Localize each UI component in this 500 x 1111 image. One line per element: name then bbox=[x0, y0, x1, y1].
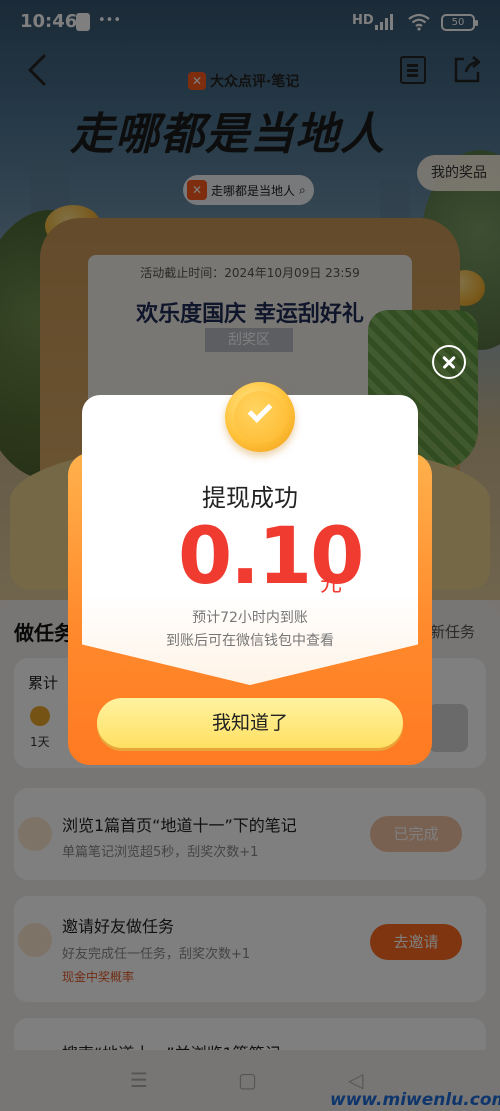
success-check-icon bbox=[225, 382, 295, 452]
amount-unit: 元 bbox=[320, 572, 343, 597]
arrival-note: 预计72小时内到账 bbox=[192, 610, 308, 626]
modal-title: 提现成功 bbox=[202, 484, 298, 512]
wallet-note: 到账后可在微信钱包中查看 bbox=[166, 633, 334, 649]
close-icon[interactable] bbox=[432, 345, 466, 379]
confirm-button[interactable]: 我知道了 bbox=[97, 698, 403, 748]
